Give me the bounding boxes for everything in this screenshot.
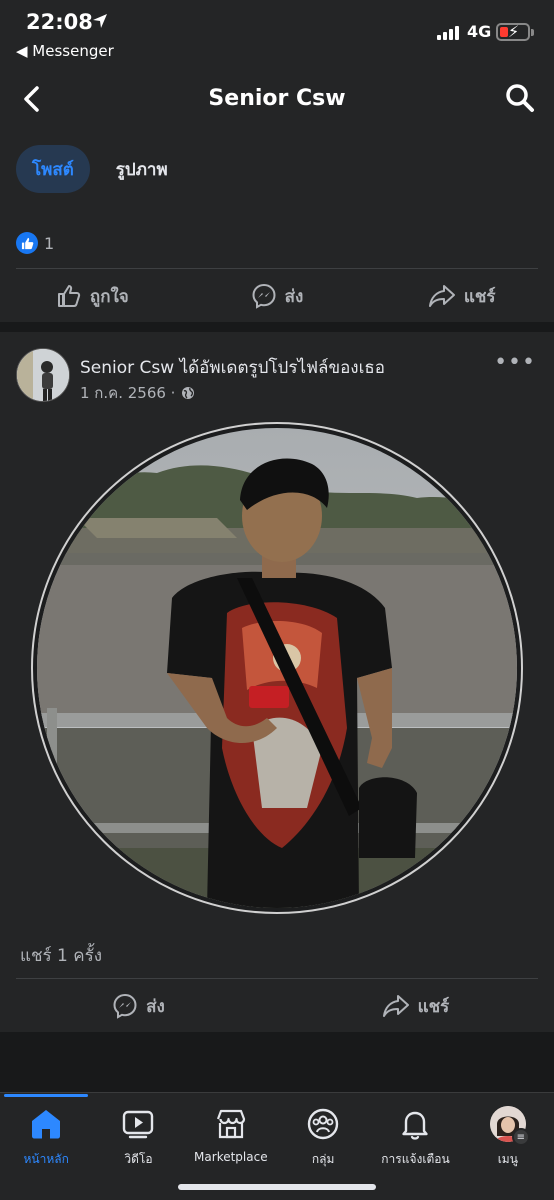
like-label: ถูกใจ xyxy=(89,286,129,307)
post-action-row: ส่ง แชร์ xyxy=(0,980,554,1032)
post-send-label: ส่ง xyxy=(146,996,165,1017)
post-send-button[interactable]: ส่ง xyxy=(0,980,277,1032)
messenger-icon xyxy=(113,993,137,1019)
home-indicator[interactable] xyxy=(178,1184,376,1190)
page-header: Senior Csw xyxy=(0,66,554,132)
top-action-row: ถูกใจ ส่ง แชร์ xyxy=(0,270,554,322)
nav-marketplace[interactable]: Marketplace xyxy=(185,1104,277,1169)
share-arrow-icon xyxy=(382,995,409,1017)
section-separator xyxy=(0,1032,554,1092)
like-reaction-icon xyxy=(16,232,38,254)
nav-marketplace-label: Marketplace xyxy=(194,1150,268,1164)
location-arrow-icon xyxy=(93,14,107,28)
nav-video-label: วิดีโอ xyxy=(124,1152,153,1166)
cellular-signal-icon xyxy=(437,26,459,40)
reaction-summary[interactable]: 1 xyxy=(16,232,54,254)
post-author-line: Senior Csw ได้อัพเดตรูปโปรไฟล์ของเธอ xyxy=(80,354,385,381)
menu-avatar: ≡ xyxy=(489,1106,530,1146)
nav-home-label: หน้าหลัก xyxy=(23,1152,69,1166)
back-to-app-link[interactable]: ◀ Messenger xyxy=(16,42,114,60)
nav-notifications[interactable]: การแจ้งเตือน xyxy=(369,1104,461,1169)
post-share-button[interactable]: แชร์ xyxy=(277,980,554,1032)
status-time: 22:08 xyxy=(26,10,93,34)
post-author-name[interactable]: Senior Csw xyxy=(80,358,174,378)
menu-avatar-wrapper: ≡ xyxy=(488,1104,530,1146)
like-button[interactable]: ถูกใจ xyxy=(0,270,185,322)
globe-icon xyxy=(182,387,195,399)
marketplace-icon xyxy=(211,1104,251,1144)
send-label: ส่ง xyxy=(284,286,304,307)
active-tab-indicator xyxy=(4,1094,88,1097)
post-action-text: ได้อัพเดตรูปโปรไฟล์ของเธอ xyxy=(179,358,385,378)
hamburger-icon: ≡ xyxy=(511,1128,530,1146)
nav-home[interactable]: หน้าหลัก xyxy=(0,1104,92,1169)
post-date[interactable]: 1 ก.ค. 2566 · xyxy=(80,381,175,405)
profile-photo[interactable] xyxy=(37,428,517,908)
nav-video[interactable]: วิดีโอ xyxy=(92,1104,184,1169)
author-avatar[interactable] xyxy=(16,348,70,402)
search-icon[interactable] xyxy=(504,82,536,114)
status-bar: 22:08 ◀ Messenger 4G ⚡ xyxy=(0,0,554,66)
divider xyxy=(16,268,538,269)
groups-icon xyxy=(303,1104,343,1144)
thumbs-up-icon xyxy=(57,285,81,307)
tab-photos[interactable]: รูปภาพ xyxy=(100,145,184,193)
divider xyxy=(16,978,538,979)
profile-tabs: โพสต์ รูปภาพ xyxy=(16,145,184,193)
battery-icon: ⚡ xyxy=(496,22,530,41)
post-share-label: แชร์ xyxy=(417,996,450,1017)
nav-menu[interactable]: ≡ เมนู xyxy=(462,1104,554,1169)
share-arrow-icon xyxy=(428,285,455,307)
bottom-nav: หน้าหลัก วิดีโอ Marketplace กลุ่ม การแจ้… xyxy=(0,1104,554,1169)
share-label: แชร์ xyxy=(463,286,496,307)
tab-posts[interactable]: โพสต์ xyxy=(16,145,90,193)
send-button[interactable]: ส่ง xyxy=(185,270,370,322)
bell-icon xyxy=(395,1104,435,1144)
video-icon xyxy=(118,1104,158,1144)
nav-menu-label: เมนู xyxy=(497,1152,518,1166)
reaction-count: 1 xyxy=(44,233,55,253)
share-button[interactable]: แชร์ xyxy=(369,270,554,322)
page-title: Senior Csw xyxy=(208,86,346,111)
more-options-icon[interactable]: ••• xyxy=(494,350,536,375)
share-count[interactable]: แชร์ 1 ครั้ง xyxy=(20,942,102,969)
nav-groups-label: กลุ่ม xyxy=(311,1152,335,1166)
home-icon xyxy=(26,1104,66,1144)
nav-notifications-label: การแจ้งเตือน xyxy=(381,1152,450,1166)
network-type: 4G xyxy=(467,22,492,41)
battery-tip xyxy=(531,29,534,36)
messenger-icon xyxy=(252,283,276,309)
section-separator xyxy=(0,322,554,332)
nav-groups[interactable]: กลุ่ม xyxy=(277,1104,369,1169)
post-meta: 1 ก.ค. 2566 · xyxy=(80,381,195,405)
